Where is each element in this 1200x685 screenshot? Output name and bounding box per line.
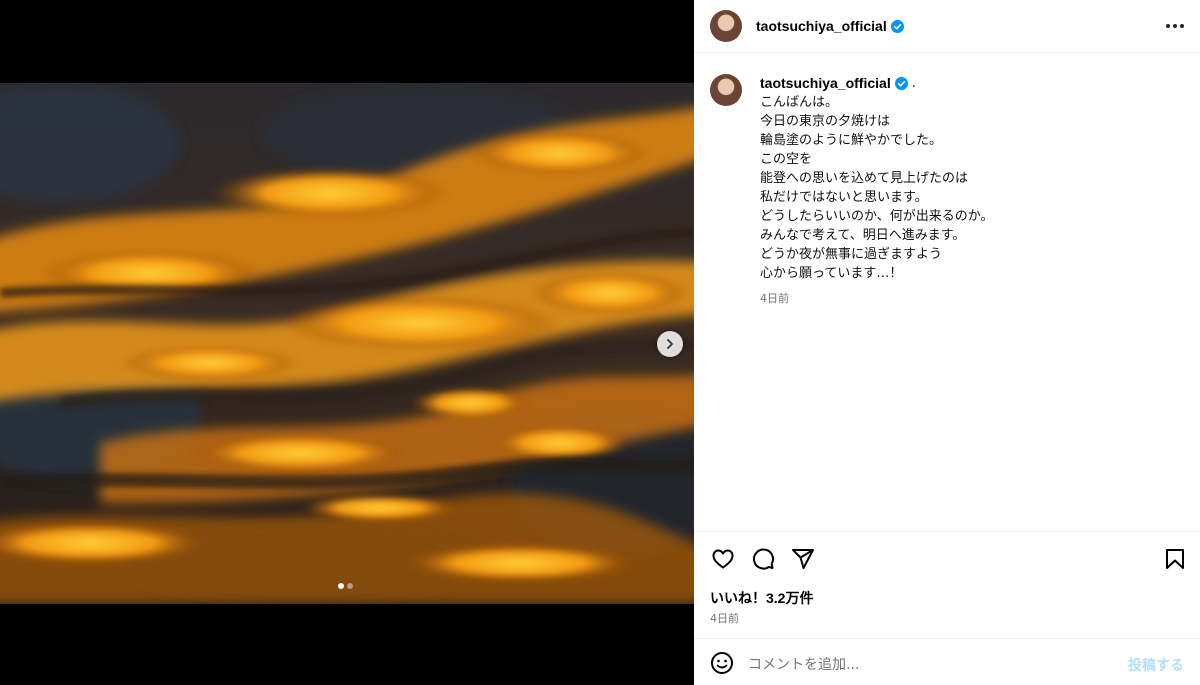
avatar[interactable] (710, 10, 742, 42)
add-comment-bar: 投稿する (710, 648, 1184, 682)
post-header: taotsuchiya_official (694, 0, 1200, 53)
caption-line: 今日の東京の夕焼けは (760, 114, 891, 129)
caption-line: 心から願っています…！ (760, 266, 903, 281)
caption-line: みんなで考えて、明日へ進みます。 (760, 228, 966, 243)
emoji-button[interactable] (710, 651, 734, 679)
verified-badge-icon (890, 19, 904, 33)
smiley-icon (711, 652, 733, 674)
post-timestamp[interactable]: 4日前 (710, 610, 739, 626)
post-media (0, 0, 694, 685)
paper-plane-icon (792, 549, 814, 569)
more-horizontal-icon (1166, 24, 1170, 28)
verified-badge-icon (894, 77, 908, 90)
post-comment-button[interactable]: 投稿する (1128, 655, 1184, 675)
like-button[interactable] (710, 546, 736, 572)
caption-line: 能登への思いを込めて見上げたのは (760, 171, 969, 186)
caption-line: こんばんは。 (760, 95, 839, 110)
header-username[interactable]: taotsuchiya_official (756, 18, 887, 34)
divider (694, 531, 1200, 532)
comment-icon (753, 548, 774, 570)
post-side-panel: taotsuchiya_official taotsuchiya_officia… (694, 0, 1200, 685)
caption-line: どうか夜が無事に過ぎますよう (760, 247, 943, 262)
more-options-button[interactable] (1166, 24, 1184, 28)
caption-trailing: . (911, 76, 916, 91)
divider (694, 638, 1200, 639)
caption-avatar[interactable] (710, 74, 742, 106)
caption-line: 私だけではないと思います。 (760, 190, 928, 205)
caption-line: どうしたらいいのか、何が出来るのか。 (760, 209, 994, 224)
carousel-dot-active (338, 583, 344, 589)
caption-timestamp[interactable]: 4日前 (760, 289, 993, 308)
caption-line: 輪島塗のように鮮やかでした。 (760, 133, 943, 148)
comment-input[interactable] (748, 657, 1128, 673)
share-button[interactable] (790, 546, 816, 572)
like-count[interactable]: いいね！3.2万件 (710, 588, 813, 608)
carousel-dot (347, 583, 353, 589)
heart-icon (712, 549, 734, 569)
chevron-right-icon (667, 339, 673, 349)
comment-button[interactable] (750, 546, 776, 572)
sunset-sky-photo[interactable] (0, 83, 694, 604)
bookmark-icon (1166, 549, 1184, 569)
action-bar (710, 545, 1188, 573)
caption-line: この空を (760, 152, 813, 167)
carousel-indicator (338, 583, 353, 589)
caption-block: taotsuchiya_official . こんばんは。 今日の東京の夕焼けは… (710, 74, 1184, 308)
caption-username[interactable]: taotsuchiya_official (760, 74, 891, 93)
carousel-next-button[interactable] (657, 331, 683, 357)
save-button[interactable] (1162, 546, 1188, 572)
